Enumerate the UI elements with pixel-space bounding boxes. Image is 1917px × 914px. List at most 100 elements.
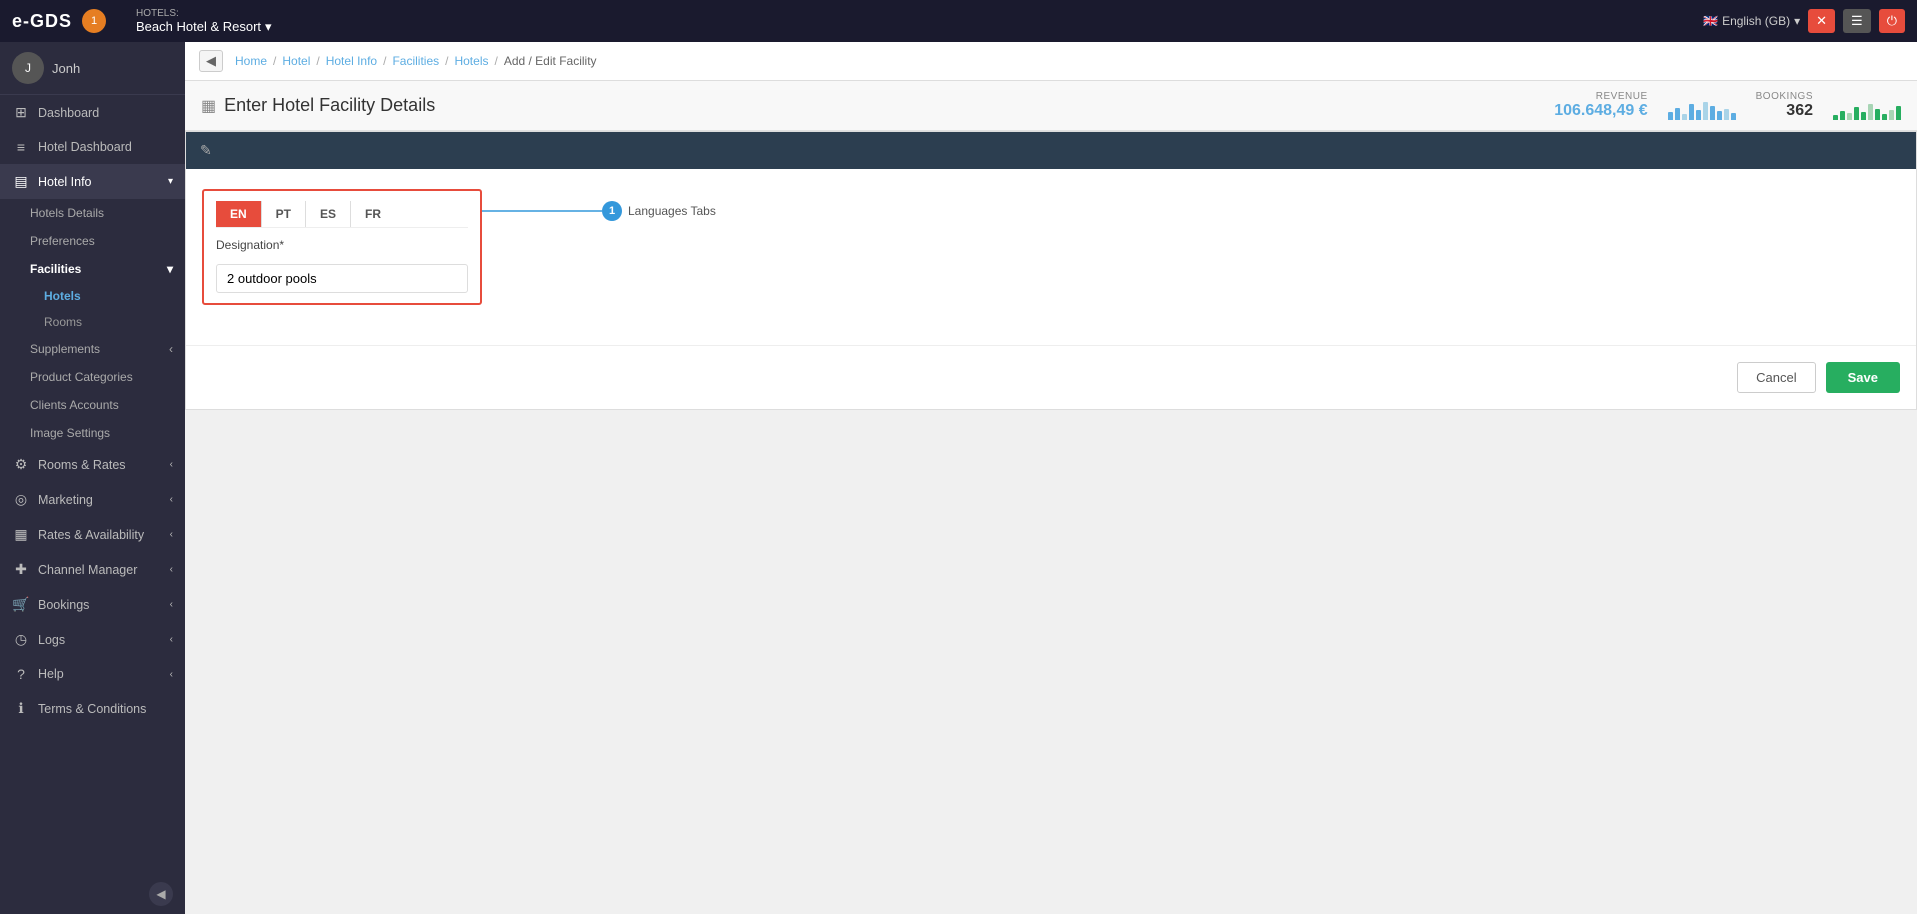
connector-line-svg xyxy=(482,210,602,212)
collapse-button[interactable]: ◀ xyxy=(149,882,173,906)
sidebar-item-dashboard[interactable]: ⊞ Dashboard xyxy=(0,95,185,130)
sidebar-item-terms[interactable]: ℹ Terms & Conditions xyxy=(0,691,185,726)
supplements-arrow-icon: ‹ xyxy=(169,342,173,356)
main-content: ✎ EN PT ES FR xyxy=(185,131,1917,914)
sidebar-item-preferences[interactable]: Preferences xyxy=(0,227,185,255)
sidebar-label-marketing: Marketing xyxy=(38,493,93,507)
sidebar-item-image-settings[interactable]: Image Settings xyxy=(0,419,185,447)
revenue-bar-9 xyxy=(1724,109,1729,120)
marketing-icon: ◎ xyxy=(12,491,30,508)
rates-icon: ▦ xyxy=(12,526,30,543)
hotels-label: HOTELS: xyxy=(136,8,179,19)
revenue-bar-6 xyxy=(1703,102,1708,120)
marketing-arrow-icon: ‹ xyxy=(170,494,173,505)
lang-dropdown-icon: ▾ xyxy=(1794,14,1800,28)
close-button[interactable]: ✕ xyxy=(1808,9,1835,33)
dropdown-arrow-icon: ▾ xyxy=(265,19,272,35)
sidebar-item-rooms-rates[interactable]: ⚙ Rooms & Rates ‹ xyxy=(0,447,185,482)
sidebar-label-help: Help xyxy=(38,667,64,681)
breadcrumb-home[interactable]: Home xyxy=(235,54,267,68)
sidebar-item-hotel-dashboard[interactable]: ≡ Hotel Dashboard xyxy=(0,130,185,164)
rooms-rates-arrow-icon: ‹ xyxy=(170,459,173,470)
sidebar-item-supplements[interactable]: Supplements ‹ xyxy=(0,335,185,363)
sidebar-item-logs[interactable]: ◷ Logs ‹ xyxy=(0,622,185,657)
lang-form-box: EN PT ES FR Designation* xyxy=(202,189,482,305)
breadcrumb-hotel-info[interactable]: Hotel Info xyxy=(326,54,377,68)
hotel-info-arrow-icon: ▾ xyxy=(168,176,173,187)
sidebar-label-preferences: Preferences xyxy=(30,234,95,248)
sidebar-item-product-categories[interactable]: Product Categories xyxy=(0,363,185,391)
sidebar-label-bookings: Bookings xyxy=(38,598,89,612)
revenue-bar-5 xyxy=(1696,110,1701,120)
sidebar-item-bookings[interactable]: 🛒 Bookings ‹ xyxy=(0,587,185,622)
sidebar-label-clients-accounts: Clients Accounts xyxy=(30,398,119,412)
hotel-selector[interactable]: HOTELS: Beach Hotel & Resort ▾ xyxy=(136,8,272,35)
card-header: ✎ xyxy=(186,132,1916,169)
help-arrow-icon: ‹ xyxy=(170,669,173,680)
sidebar-item-channel-manager[interactable]: ✚ Channel Manager ‹ xyxy=(0,552,185,587)
cancel-button[interactable]: Cancel xyxy=(1737,362,1815,393)
sidebar-label-facilities: Facilities xyxy=(30,262,81,276)
revenue-bar-8 xyxy=(1717,111,1722,120)
sidebar-label-supplements: Supplements xyxy=(30,342,100,356)
breadcrumb-facilities[interactable]: Facilities xyxy=(392,54,439,68)
page-title-icon: ▦ xyxy=(201,96,216,116)
revenue-bar-7 xyxy=(1710,106,1715,120)
sidebar-label-channel-manager: Channel Manager xyxy=(38,563,137,577)
menu-button[interactable]: ☰ xyxy=(1843,9,1871,33)
lang-tab-pt[interactable]: PT xyxy=(262,201,306,227)
sidebar-label-dashboard: Dashboard xyxy=(38,106,99,120)
page-title: Enter Hotel Facility Details xyxy=(224,95,435,116)
sidebar-item-clients-accounts[interactable]: Clients Accounts xyxy=(0,391,185,419)
lang-tab-fr[interactable]: FR xyxy=(351,201,395,227)
breadcrumb-back-button[interactable]: ◀ xyxy=(199,50,223,72)
save-button[interactable]: Save xyxy=(1826,362,1900,393)
sidebar-item-hotels-sub[interactable]: Hotels xyxy=(0,283,185,309)
designation-input[interactable] xyxy=(216,264,468,293)
avatar: J xyxy=(12,52,44,84)
hotel-info-icon: ▤ xyxy=(12,173,30,190)
revenue-label: REVENUE xyxy=(1596,91,1648,102)
lang-tabs-row: EN PT ES FR Designation* xyxy=(202,189,1900,305)
language-selector[interactable]: 🇬🇧 English (GB) ▾ xyxy=(1703,14,1800,28)
bookings-bar-1 xyxy=(1833,115,1838,120)
breadcrumb-hotel[interactable]: Hotel xyxy=(282,54,310,68)
flag-icon: 🇬🇧 xyxy=(1703,14,1718,28)
sidebar-item-hotels-details[interactable]: Hotels Details xyxy=(0,199,185,227)
hotel-name: Beach Hotel & Resort ▾ xyxy=(136,19,272,35)
sidebar-item-help[interactable]: ? Help ‹ xyxy=(0,657,185,691)
sidebar-item-hotel-info[interactable]: ▤ Hotel Info ▾ xyxy=(0,164,185,199)
designation-label: Designation* xyxy=(216,238,468,252)
bookings-label: BOOKINGS xyxy=(1756,91,1813,102)
sidebar-item-rates-availability[interactable]: ▦ Rates & Availability ‹ xyxy=(0,517,185,552)
lang-tab-es[interactable]: ES xyxy=(306,201,351,227)
bookings-bar-9 xyxy=(1889,110,1894,120)
sidebar-label-image-settings: Image Settings xyxy=(30,426,110,440)
bookings-bar-8 xyxy=(1882,114,1887,120)
app-brand: e-GDS xyxy=(12,11,72,32)
lang-tab-en[interactable]: EN xyxy=(216,201,262,227)
bookings-bar-6 xyxy=(1868,104,1873,120)
breadcrumb-sep-3: / xyxy=(383,54,386,68)
navbar-left: e-GDS 1 HOTELS: Beach Hotel & Resort ▾ xyxy=(12,8,272,35)
breadcrumb-sep-5: / xyxy=(494,54,497,68)
dashboard-icon: ⊞ xyxy=(12,104,30,121)
sidebar-label-hotels-details: Hotels Details xyxy=(30,206,104,220)
rooms-rates-icon: ⚙ xyxy=(12,456,30,473)
notification-button[interactable]: 1 xyxy=(82,9,106,33)
rates-arrow-icon: ‹ xyxy=(170,529,173,540)
sidebar-label-rooms-rates: Rooms & Rates xyxy=(38,458,126,472)
facility-card: ✎ EN PT ES FR xyxy=(185,131,1917,410)
sidebar-item-marketing[interactable]: ◎ Marketing ‹ xyxy=(0,482,185,517)
bookings-value: 362 xyxy=(1786,102,1813,120)
bookings-bar-4 xyxy=(1854,107,1859,120)
breadcrumb-sep-4: / xyxy=(445,54,448,68)
notification-count: 1 xyxy=(91,15,97,27)
facilities-arrow-icon: ▾ xyxy=(167,262,173,276)
sidebar-item-rooms-sub[interactable]: Rooms xyxy=(0,309,185,335)
sidebar-label-hotel-info: Hotel Info xyxy=(38,175,92,189)
power-button[interactable]: ⏻ xyxy=(1879,9,1905,33)
sidebar-item-facilities[interactable]: Facilities ▾ xyxy=(0,255,185,283)
help-icon: ? xyxy=(12,666,30,682)
breadcrumb-hotels[interactable]: Hotels xyxy=(454,54,488,68)
